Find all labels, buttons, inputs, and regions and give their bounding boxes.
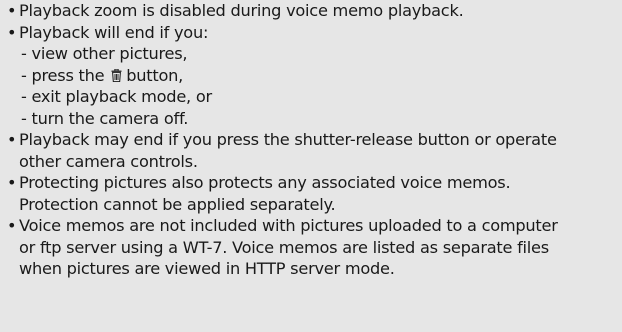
note-playback-end: • Playback will end if you: - view other… xyxy=(7,22,614,130)
notes-list: • Playback zoom is disabled during voice… xyxy=(7,0,614,280)
bullet: • xyxy=(7,22,17,42)
trash-icon xyxy=(111,68,122,82)
note-text: Protecting pictures also protects any as… xyxy=(19,173,511,192)
note-text: Voice memos are not included with pictur… xyxy=(19,216,558,235)
note-text: Playback may end if you press the shutte… xyxy=(19,130,557,149)
note-text: when pictures are viewed in HTTP server … xyxy=(19,259,395,278)
note-text: Protection cannot be applied separately. xyxy=(19,194,336,214)
note-zoom-disabled: • Playback zoom is disabled during voice… xyxy=(7,0,614,22)
bullet: • xyxy=(7,130,17,149)
bullet: • xyxy=(7,216,17,235)
note-text: or ftp server using a WT-7. Voice memos … xyxy=(19,237,549,257)
sub-item: - view other pictures, xyxy=(21,44,188,63)
playback-end-conditions: - view other pictures, - press the butto… xyxy=(19,43,614,129)
bullet: • xyxy=(7,173,17,192)
manual-page: • Playback zoom is disabled during voice… xyxy=(0,0,622,332)
sub-item: - exit playback mode, or xyxy=(21,87,212,106)
note-text: Playback zoom is disabled during voice m… xyxy=(19,1,464,20)
note-upload: • Voice memos are not included with pict… xyxy=(7,215,614,280)
note-text: Playback will end if you: xyxy=(19,22,209,42)
bullet: • xyxy=(7,1,17,20)
note-text: other camera controls. xyxy=(19,151,198,171)
sub-item-delete-button: - press the button, xyxy=(21,65,614,87)
note-protection: • Protecting pictures also protects any … xyxy=(7,172,614,215)
sub-item: - turn the camera off. xyxy=(21,108,189,128)
note-shutter-release: • Playback may end if you press the shut… xyxy=(7,129,614,172)
sub-item-text-before: - press the xyxy=(21,65,110,85)
sub-item-text-after: button, xyxy=(126,65,184,85)
